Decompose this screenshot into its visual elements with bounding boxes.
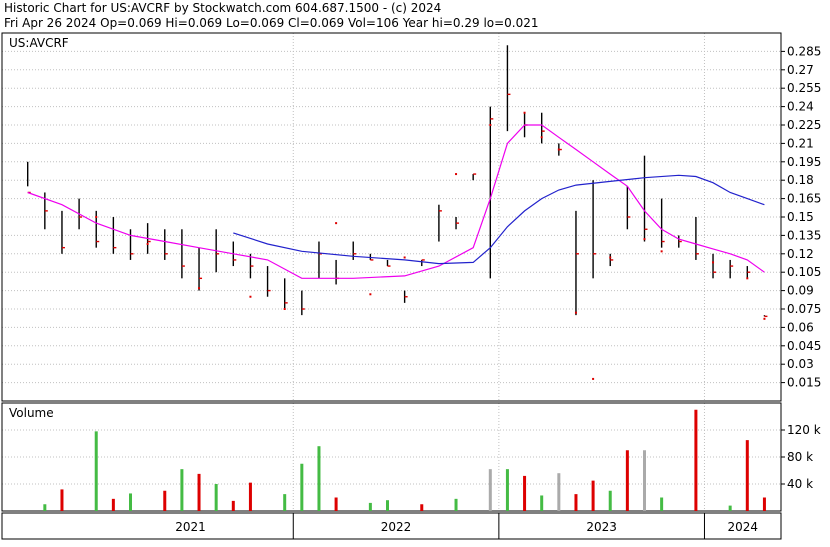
price-dot <box>489 124 492 126</box>
price-dot <box>712 261 715 264</box>
year-label: 2021 <box>175 520 206 534</box>
volume-bar <box>523 475 527 511</box>
price-dot <box>746 277 749 280</box>
price-tick-label: 0.06 <box>787 320 814 334</box>
volume-bar <box>660 497 664 511</box>
chart-canvas: Historic Chart for US:AVCRF by Stockwatc… <box>0 0 830 543</box>
volume-bar <box>574 494 578 511</box>
price-tick-label: 0.225 <box>787 118 821 132</box>
price-tick-label: 0.015 <box>787 376 821 390</box>
price-dot <box>455 173 458 176</box>
volume-bar <box>540 495 544 511</box>
price-tick-label: 0.15 <box>787 210 814 224</box>
price-dot <box>335 222 338 225</box>
volume-bar <box>231 500 235 511</box>
volume-bar <box>197 473 201 511</box>
price-tick-label: 0.18 <box>787 173 814 187</box>
volume-bar <box>488 469 492 511</box>
price-dot <box>283 308 286 310</box>
volume-bar <box>454 498 458 511</box>
volume-bar <box>694 409 698 511</box>
volume-bar <box>94 431 98 511</box>
volume-bar <box>745 440 749 511</box>
volume-bar <box>728 505 732 511</box>
volume-bar <box>608 490 612 511</box>
volume-bar <box>557 473 561 511</box>
volume-bar <box>420 504 424 511</box>
volume-bar <box>214 484 218 511</box>
price-dot <box>609 256 612 259</box>
year-label: 2023 <box>586 520 617 534</box>
price-dot <box>643 238 646 241</box>
price-tick-label: 0.09 <box>787 284 814 298</box>
volume-tick-label: 80 k <box>787 450 813 464</box>
price-tick-label: 0.21 <box>787 136 814 150</box>
price-tick-label: 0.285 <box>787 44 821 58</box>
volume-tick-label: 120 k <box>787 423 821 437</box>
volume-bar <box>248 482 252 511</box>
volume-bar <box>368 502 372 511</box>
price-tick-label: 0.03 <box>787 357 814 371</box>
volume-bar <box>60 489 64 511</box>
year-label: 2022 <box>381 520 412 534</box>
price-tick-label: 0.255 <box>787 81 821 95</box>
price-dot <box>592 377 595 380</box>
year-label: 2024 <box>727 520 758 534</box>
volume-tick-label: 40 k <box>787 477 813 491</box>
price-dot <box>369 293 372 296</box>
volume-bar <box>643 450 646 511</box>
stock-chart: Historic Chart for US:AVCRF by Stockwatc… <box>0 0 830 543</box>
volume-bar <box>43 504 47 511</box>
price-dot <box>763 317 766 320</box>
price-tick-label: 0.135 <box>787 228 821 242</box>
price-tick-label: 0.195 <box>787 155 821 169</box>
price-dot <box>557 148 560 151</box>
volume-bar <box>111 498 115 511</box>
volume-bar <box>317 446 321 511</box>
price-dot <box>574 311 577 314</box>
volume-bar <box>300 463 304 511</box>
price-dot <box>523 111 526 114</box>
volume-bar <box>129 493 132 511</box>
volume-bar <box>386 500 389 511</box>
volume-bar <box>625 450 629 511</box>
price-dot <box>540 136 543 139</box>
price-dot <box>403 256 406 259</box>
price-tick-label: 0.045 <box>787 339 821 353</box>
symbol-label: US:AVCRF <box>9 36 69 50</box>
price-dot <box>198 287 201 290</box>
price-tick-label: 0.12 <box>787 247 814 261</box>
price-dot <box>146 242 149 245</box>
volume-bar <box>591 480 595 511</box>
price-tick-label: 0.105 <box>787 265 821 279</box>
price-tick-label: 0.165 <box>787 192 821 206</box>
volume-bar <box>283 494 287 511</box>
price-tick-label: 0.27 <box>787 63 814 77</box>
volume-bar <box>163 490 167 511</box>
chart-background <box>0 0 830 543</box>
volume-bar <box>180 469 184 511</box>
price-dot <box>249 295 252 298</box>
price-tick-label: 0.24 <box>787 100 814 114</box>
volume-label: Volume <box>9 406 54 420</box>
price-dot <box>660 250 663 253</box>
volume-bar <box>334 497 338 511</box>
price-dot <box>95 216 98 218</box>
volume-bar <box>505 469 509 511</box>
chart-title: Historic Chart for US:AVCRF by Stockwatc… <box>4 1 441 15</box>
price-tick-label: 0.075 <box>787 302 821 316</box>
quote-summary: Fri Apr 26 2024 Op=0.069 Hi=0.069 Lo=0.0… <box>4 16 539 30</box>
volume-bar <box>762 497 766 511</box>
